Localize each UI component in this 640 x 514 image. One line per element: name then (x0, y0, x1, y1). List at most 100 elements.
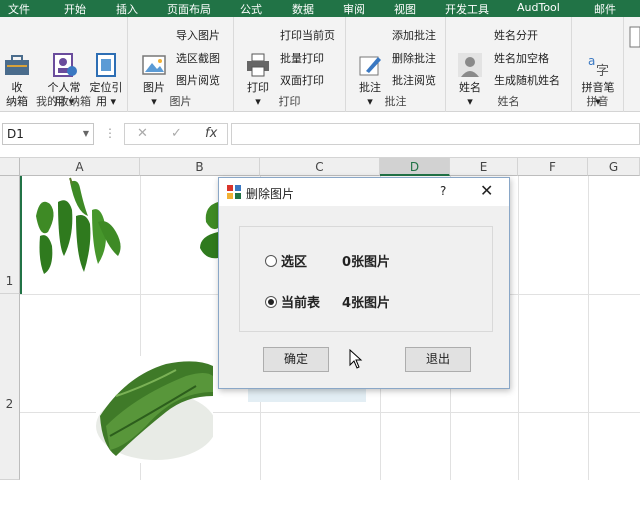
document-icon (626, 23, 640, 51)
tab-data[interactable]: 数据 (292, 1, 314, 17)
picture-icon (140, 37, 168, 75)
name-box[interactable]: D1 ▼ (2, 123, 94, 145)
tab-developer[interactable]: 开发工具 (445, 1, 489, 17)
name-add-space-label: 姓名加空格 (494, 52, 549, 65)
tab-review[interactable]: 审阅 (343, 1, 365, 17)
tab-audtool[interactable]: AudTool (517, 1, 560, 14)
picture-browse-label: 图片阅览 (176, 74, 220, 87)
enter-icon[interactable]: ✓ (171, 126, 182, 141)
gridline (518, 176, 519, 480)
peppers-picture[interactable] (28, 176, 130, 280)
add-comment-button[interactable]: 添加批注 (392, 27, 436, 43)
group-storage: 收 纳箱 个人常 用 ▾ 定位引 用 ▾ 我的收纳箱 (0, 17, 128, 112)
herbs-picture[interactable] (96, 356, 216, 463)
column-header-d[interactable]: D (380, 158, 450, 176)
tab-page-layout[interactable]: 页面布局 (167, 1, 211, 17)
dialog-title-bar[interactable]: 删除图片 ? ✕ (219, 178, 509, 206)
comment-icon (356, 37, 384, 76)
tab-file[interactable]: 文件 (8, 1, 30, 17)
group-print-label: 打印 (278, 95, 301, 108)
add-comment-label: 添加批注 (392, 29, 436, 42)
group-comment: 批注 ▾ 添加批注 删除批注 批注阅览 批注 (346, 17, 446, 112)
delete-comment-label: 删除批注 (392, 52, 436, 65)
group-picture-label: 图片 (169, 95, 192, 108)
row-header-1[interactable]: 1 (0, 176, 20, 294)
group-pinyin: a字 拼音笔 ▾ 拼音 (572, 17, 624, 112)
person-icon (456, 37, 484, 77)
import-picture-label: 导入图片 (176, 29, 220, 42)
formula-bar: D1 ▼ ⋮ ✕ ✓ fx (0, 112, 640, 158)
comment-browse-button[interactable]: 批注阅览 (392, 72, 436, 88)
row-header-2[interactable]: 2 (0, 294, 20, 480)
option-selection-label: 选区 (281, 255, 308, 270)
column-header-b[interactable]: B (140, 158, 260, 176)
batch-print-label: 批量打印 (280, 52, 324, 65)
delete-comment-button[interactable]: 删除批注 (392, 50, 436, 66)
selection-screenshot-button[interactable]: 选区截图 (176, 50, 220, 66)
help-button[interactable]: ? (440, 184, 446, 198)
app-icon (227, 185, 241, 199)
pinyin-icon: a字 (584, 37, 612, 79)
column-header-e[interactable]: E (450, 158, 518, 176)
svg-text:a: a (588, 54, 595, 68)
group-print: 打印 ▾ 打印当前页 批量打印 双面打印 打印 (234, 17, 346, 112)
formula-input[interactable] (231, 123, 640, 145)
picture-browse-button[interactable]: 图片阅览 (176, 72, 220, 88)
options-groupbox (239, 226, 493, 332)
locate-icon (92, 37, 120, 77)
group-pinyin-label: 拼音 (586, 95, 609, 108)
close-button[interactable]: ✕ (480, 181, 493, 200)
peppers-picture-partial[interactable] (196, 198, 218, 264)
cancel-icon[interactable]: ✕ (137, 126, 148, 141)
group-storage-label: 我的收纳箱 (36, 95, 91, 108)
cutoff-ribbon-button[interactable] (626, 23, 640, 53)
ok-button[interactable]: 确定 (263, 347, 329, 372)
column-header-a[interactable]: A (20, 158, 140, 176)
option-selection[interactable]: 选区 (265, 251, 307, 270)
import-picture-button[interactable]: 导入图片 (176, 27, 220, 43)
ribbon-tab-bar: 文件 开始 插入 页面布局 公式 数据 审阅 视图 开发工具 AudTool 邮… (0, 0, 640, 17)
select-all-corner[interactable] (0, 158, 20, 176)
option-current-sheet-label: 当前表 (281, 296, 321, 311)
print-current-page-label: 打印当前页 (280, 29, 335, 42)
current-sheet-picture-count: 4张图片 (342, 296, 391, 311)
tab-insert[interactable]: 插入 (116, 1, 138, 17)
formula-bar-grip-icon[interactable]: ⋮ (104, 126, 116, 140)
gridline (588, 176, 589, 480)
print-current-page-button[interactable]: 打印当前页 (280, 27, 335, 43)
column-header-f[interactable]: F (518, 158, 588, 176)
hidden-picture-edge[interactable] (248, 388, 366, 402)
duplex-print-button[interactable]: 双面打印 (280, 72, 324, 88)
duplex-print-label: 双面打印 (280, 74, 324, 87)
radio-selection[interactable] (265, 254, 277, 267)
name-add-space-button[interactable]: 姓名加空格 (494, 50, 549, 66)
chevron-down-icon[interactable]: ▼ (83, 129, 89, 138)
split-name-button[interactable]: 姓名分开 (494, 27, 538, 43)
split-name-label: 姓名分开 (494, 29, 538, 42)
random-name-button[interactable]: 生成随机姓名 (494, 72, 560, 88)
personal-icon (50, 37, 78, 77)
tab-mail[interactable]: 邮件 (594, 1, 616, 17)
column-header-c[interactable]: C (260, 158, 380, 176)
insert-function-icon[interactable]: fx (205, 126, 217, 141)
group-name: 姓名 ▾ 姓名分开 姓名加空格 生成随机姓名 姓名 (446, 17, 572, 112)
group-picture: 图片 ▾ 导入图片 选区截图 图片阅览 图片 (128, 17, 234, 112)
batch-print-button[interactable]: 批量打印 (280, 50, 324, 66)
option-current-sheet[interactable]: 当前表 (265, 292, 320, 311)
tab-home[interactable]: 开始 (64, 1, 86, 17)
dialog-title: 删除图片 (246, 187, 295, 201)
group-comment-label: 批注 (384, 95, 407, 108)
column-header-g[interactable]: G (588, 158, 640, 176)
printer-icon (244, 37, 272, 77)
exit-button[interactable]: 退出 (405, 347, 471, 372)
name-box-value: D1 (7, 127, 24, 141)
tab-view[interactable]: 视图 (394, 1, 416, 17)
tab-formulas[interactable]: 公式 (240, 1, 262, 17)
radio-current-sheet[interactable] (265, 295, 277, 308)
toolbox-icon (3, 37, 31, 75)
formula-controls: ✕ ✓ fx (124, 123, 228, 145)
comment-browse-label: 批注阅览 (392, 74, 436, 87)
delete-picture-dialog: 删除图片 ? ✕ 选区 0张图片 当前表 4张图片 确定 退出 (218, 177, 510, 389)
selection-screenshot-label: 选区截图 (176, 52, 220, 65)
group-name-label: 姓名 (497, 95, 520, 108)
